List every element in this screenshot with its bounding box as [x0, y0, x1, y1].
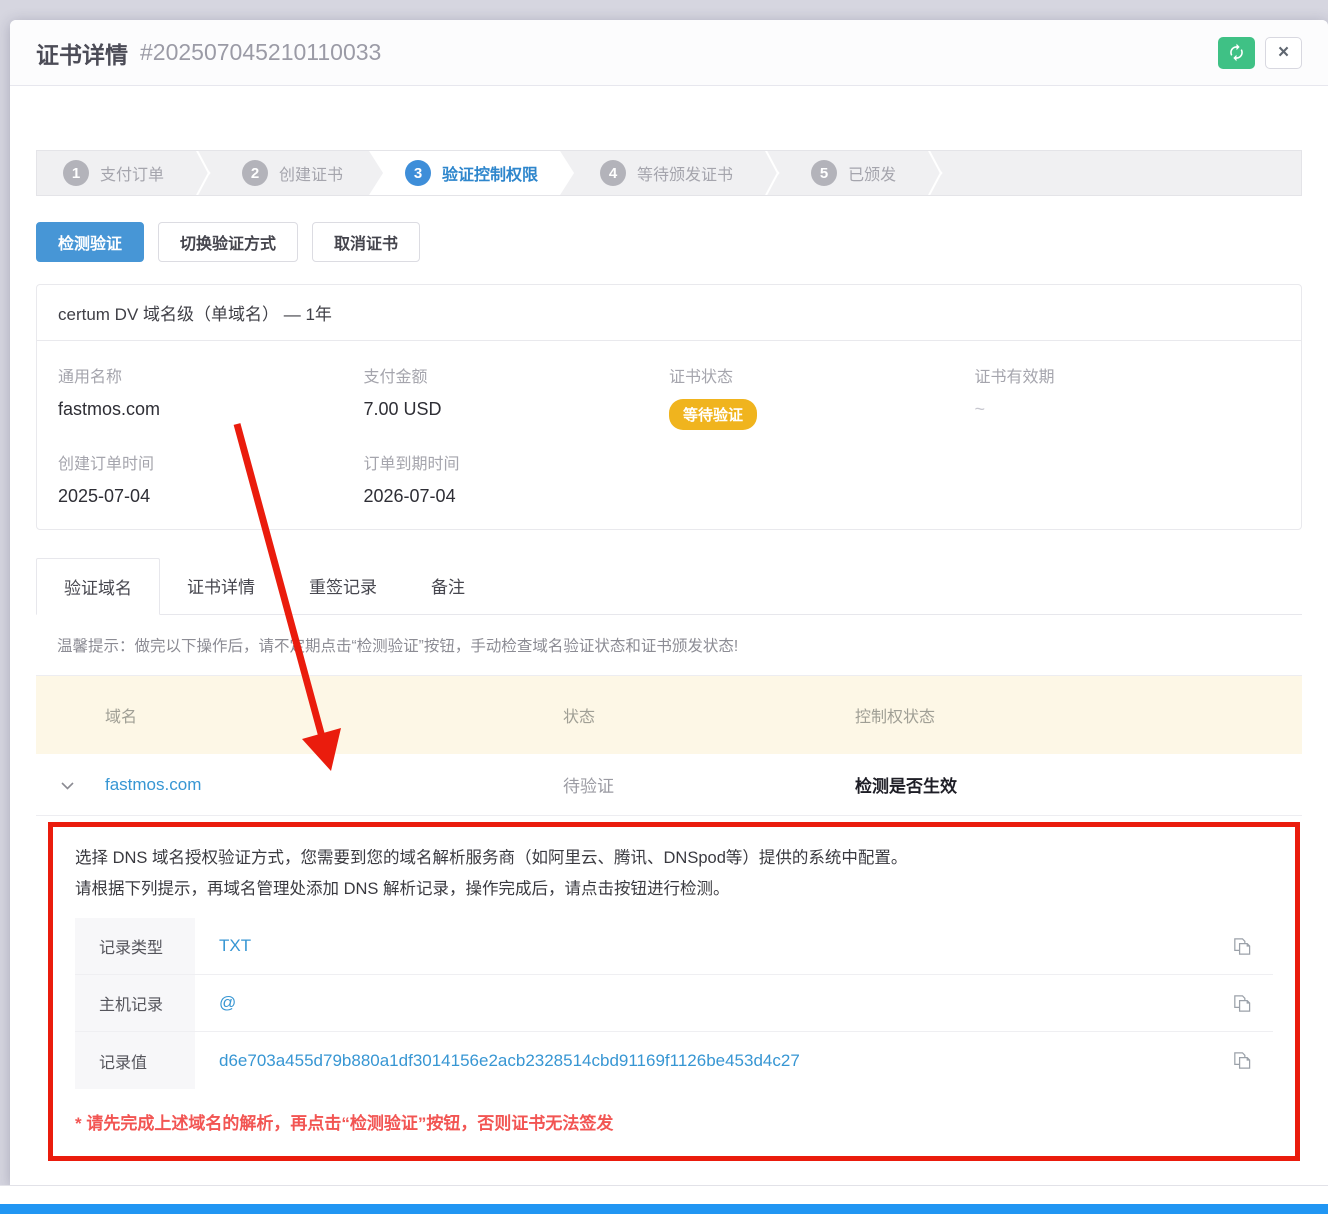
- dns-instruction-line2: 请根据下列提示，再域名管理处添加 DNS 解析记录，操作完成后，请点击按钮进行检…: [75, 874, 1273, 905]
- copy-icon: [1231, 1050, 1252, 1071]
- step-verify-control-active: 3 验证控制权限: [369, 151, 574, 195]
- record-type-value: TXT: [195, 918, 1209, 974]
- certificate-detail-modal: 证书详情 #202507045210110033 × 1 支付订单 2 创建证书: [10, 20, 1328, 1185]
- step-separator: [759, 151, 785, 195]
- close-icon: ×: [1278, 43, 1289, 62]
- tab-remark[interactable]: 备注: [404, 558, 492, 614]
- copy-record-host-button[interactable]: [1209, 975, 1273, 1031]
- step-number: 3: [405, 160, 431, 186]
- domain-row: fastmos.com 待验证 检测是否生效: [36, 754, 1302, 816]
- order-id: #202507045210110033: [140, 39, 381, 66]
- notice-text: 温馨提示：做完以下操作后，请不定期点击“检测验证”按钮，手动检查域名验证状态和证…: [36, 615, 1302, 676]
- col-status: 状态: [563, 703, 855, 727]
- step-issued: 5 已颁发: [785, 151, 922, 195]
- chevron-down-icon[interactable]: [61, 775, 74, 795]
- step-label: 验证控制权限: [442, 161, 538, 185]
- modal-title: 证书详情: [36, 36, 128, 70]
- common-name-value: fastmos.com: [58, 399, 364, 420]
- steps-filler: [948, 151, 1301, 195]
- domain-status: 待验证: [563, 772, 855, 797]
- refresh-icon: [1227, 43, 1246, 62]
- record-host-label: 主机记录: [75, 975, 195, 1031]
- cancel-cert-button[interactable]: 取消证书: [312, 222, 420, 262]
- validity-label: 证书有效期: [975, 363, 1281, 387]
- domain-table-header: 域名 状态 控制权状态: [36, 676, 1302, 754]
- cert-status-label: 证书状态: [669, 363, 975, 387]
- switch-method-button[interactable]: 切换验证方式: [158, 222, 298, 262]
- order-info-grid: 通用名称 fastmos.com 支付金额 7.00 USD 证书状态 等待验证…: [37, 341, 1301, 529]
- modal-header: 证书详情 #202507045210110033 ×: [10, 20, 1328, 86]
- validity-value: ~: [975, 399, 1281, 420]
- tab-cert-detail[interactable]: 证书详情: [160, 558, 282, 614]
- tab-verify-domain[interactable]: 验证域名: [36, 558, 160, 615]
- created-time-label: 创建订单时间: [58, 450, 364, 474]
- dns-record-table: 记录类型 TXT 主机记录 @: [75, 918, 1273, 1089]
- record-row-type: 记录类型 TXT: [75, 918, 1273, 975]
- dns-instruction-line1: 选择 DNS 域名授权验证方式，您需要到您的域名解析服务商（如阿里云、腾讯、DN…: [75, 843, 1273, 874]
- copy-record-type-button[interactable]: [1209, 918, 1273, 974]
- status-badge: 等待验证: [669, 399, 757, 430]
- check-verification-button[interactable]: 检测验证: [36, 222, 144, 262]
- tab-bar: 验证域名 证书详情 重签记录 备注: [36, 558, 1302, 615]
- step-number: 5: [811, 160, 837, 186]
- step-label: 等待颁发证书: [637, 161, 733, 185]
- step-create-cert: 2 创建证书: [216, 151, 369, 195]
- step-number: 4: [600, 160, 626, 186]
- step-number: 2: [242, 160, 268, 186]
- step-pay-order: 1 支付订单: [37, 151, 190, 195]
- step-label: 已颁发: [848, 161, 896, 185]
- step-wait-issue: 4 等待颁发证书: [574, 151, 759, 195]
- step-label: 创建证书: [279, 161, 343, 185]
- step-separator: [922, 151, 948, 195]
- toolbar: 检测验证 切换验证方式 取消证书: [36, 222, 1302, 262]
- bottom-blue-bar: [0, 1204, 1328, 1214]
- product-title: certum DV 域名级（单域名） — 1年: [37, 285, 1301, 341]
- dns-instructions-panel: 选择 DNS 域名授权验证方式，您需要到您的域名解析服务商（如阿里云、腾讯、DN…: [48, 822, 1300, 1161]
- record-host-value: @: [195, 975, 1209, 1031]
- page-footer-strip: [0, 1185, 1328, 1204]
- created-time-value: 2025-07-04: [58, 486, 364, 507]
- common-name-label: 通用名称: [58, 363, 364, 387]
- tab-reissue-record[interactable]: 重签记录: [282, 558, 404, 614]
- record-value-value: d6e703a455d79b880a1df3014156e2acb2328514…: [195, 1032, 1209, 1089]
- close-button[interactable]: ×: [1265, 37, 1302, 69]
- expire-time-label: 订单到期时间: [364, 450, 670, 474]
- steps-bar: 1 支付订单 2 创建证书 3 验证控制权限 4 等待颁发证书 5 已颁发: [36, 150, 1302, 196]
- record-row-host: 主机记录 @: [75, 975, 1273, 1032]
- step-number: 1: [63, 160, 89, 186]
- amount-value: 7.00 USD: [364, 399, 670, 420]
- control-status-action[interactable]: 检测是否生效: [855, 772, 1302, 797]
- copy-record-value-button[interactable]: [1209, 1032, 1273, 1089]
- step-separator: [190, 151, 216, 195]
- refresh-button[interactable]: [1218, 37, 1255, 69]
- record-row-value: 记录值 d6e703a455d79b880a1df3014156e2acb232…: [75, 1032, 1273, 1089]
- order-info-card: certum DV 域名级（单域名） — 1年 通用名称 fastmos.com…: [36, 284, 1302, 530]
- record-type-label: 记录类型: [75, 918, 195, 974]
- copy-icon: [1231, 936, 1252, 957]
- copy-icon: [1231, 993, 1252, 1014]
- dns-warning-text: * 请先完成上述域名的解析，再点击“检测验证”按钮，否则证书无法签发: [75, 1109, 1273, 1134]
- domain-link[interactable]: fastmos.com: [36, 775, 563, 795]
- expire-time-value: 2026-07-04: [364, 486, 670, 507]
- step-label: 支付订单: [100, 161, 164, 185]
- amount-label: 支付金额: [364, 363, 670, 387]
- col-domain: 域名: [36, 703, 563, 727]
- record-value-label: 记录值: [75, 1032, 195, 1089]
- col-control: 控制权状态: [855, 703, 1302, 727]
